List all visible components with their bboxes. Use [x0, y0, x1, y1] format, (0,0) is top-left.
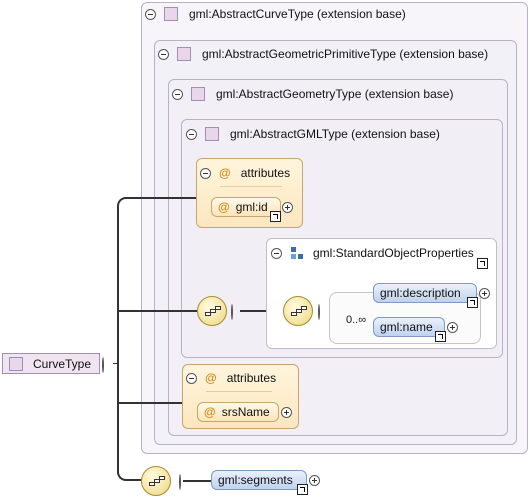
collapse-icon[interactable]: [145, 8, 156, 20]
attribute-label: srsName: [221, 405, 270, 419]
extension-label: gml:AbstractGeometricPrimitiveType (exte…: [202, 47, 489, 61]
attribute-at-icon: @: [218, 200, 230, 214]
type-box-icon: [9, 356, 23, 371]
extension-header-abstract-geometric-primitive: gml:AbstractGeometricPrimitiveType (exte…: [158, 45, 488, 63]
group-icon: [291, 247, 303, 259]
link-arrow-icon[interactable]: [270, 211, 281, 222]
attribute-srs-name[interactable]: @ srsName: [197, 402, 279, 422]
element-label: gml:name: [380, 320, 433, 334]
type-box-icon: [205, 127, 219, 141]
bottom-seq-line: [183, 480, 211, 482]
extension-header-abstract-curve: gml:AbstractCurveType (extension base): [145, 5, 406, 23]
standard-group-header: gml:StandardObjectProperties: [271, 244, 474, 262]
element-label: gml:segments: [218, 473, 293, 487]
expand-icon[interactable]: [479, 288, 490, 299]
link-arrow-icon[interactable]: [477, 258, 488, 269]
extension-header-abstract-geometry: gml:AbstractGeometryType (extension base…: [172, 85, 453, 103]
occurrence-label: 0..∞: [346, 314, 367, 326]
collapse-icon[interactable]: [172, 88, 183, 100]
trunk-bottom-curve: [117, 471, 142, 481]
collapse-icon[interactable]: [200, 167, 211, 179]
extension-label: gml:AbstractGMLType (extension base): [230, 127, 440, 141]
attribute-at-icon: @: [205, 371, 217, 385]
root-type-box[interactable]: CurveType: [2, 353, 100, 374]
trunk-vertical: [117, 206, 119, 474]
element-label: gml:description: [380, 286, 461, 300]
element-gml-description[interactable]: gml:description: [373, 283, 477, 303]
attributes-header-top: @ attributes: [200, 164, 290, 182]
sequence-icon[interactable]: [197, 296, 227, 326]
attribute-at-icon: @: [204, 405, 216, 419]
standard-group-label: gml:StandardObjectProperties: [313, 246, 474, 260]
collapse-icon[interactable]: [158, 48, 169, 60]
expand-icon[interactable]: [281, 407, 292, 418]
root-collapse-icon[interactable]: [102, 357, 104, 373]
expand-icon[interactable]: [447, 322, 458, 333]
extension-label: gml:AbstractGeometryType (extension base…: [216, 87, 454, 101]
collapse-icon[interactable]: [186, 128, 197, 140]
element-gml-segments[interactable]: gml:segments: [211, 470, 307, 490]
attributes-header-bottom: @ attributes: [186, 369, 276, 387]
expand-icon[interactable]: [309, 475, 320, 486]
type-box-icon: [177, 47, 191, 61]
divider: [206, 391, 272, 392]
branch-sequence: [117, 310, 197, 312]
attributes-label: attributes: [240, 166, 291, 180]
collapse-icon[interactable]: [186, 372, 197, 384]
type-box-icon: [191, 87, 205, 101]
extension-header-abstract-gml: gml:AbstractGMLType (extension base): [186, 125, 440, 143]
extension-label: gml:AbstractCurveType (extension base): [189, 7, 406, 21]
sequence-collapse-icon[interactable]: [231, 304, 233, 320]
branch-attributes-top: [126, 197, 196, 199]
attribute-at-icon: @: [219, 166, 231, 180]
type-box-icon: [164, 7, 178, 21]
root-type-label: CurveType: [33, 356, 92, 371]
collapse-icon[interactable]: [271, 247, 282, 259]
sequence-collapse-icon[interactable]: [318, 304, 320, 320]
sequence-collapse-icon[interactable]: [179, 474, 181, 490]
attribute-label: gml:id: [235, 200, 268, 214]
link-arrow-icon[interactable]: [297, 484, 308, 495]
divider: [220, 186, 282, 187]
link-arrow-icon[interactable]: [435, 331, 446, 342]
sequence-icon[interactable]: [141, 466, 171, 496]
link-arrow-icon[interactable]: [467, 297, 478, 308]
expand-icon[interactable]: [282, 202, 293, 213]
attributes-label: attributes: [226, 371, 277, 385]
sequence-icon[interactable]: [283, 296, 313, 326]
